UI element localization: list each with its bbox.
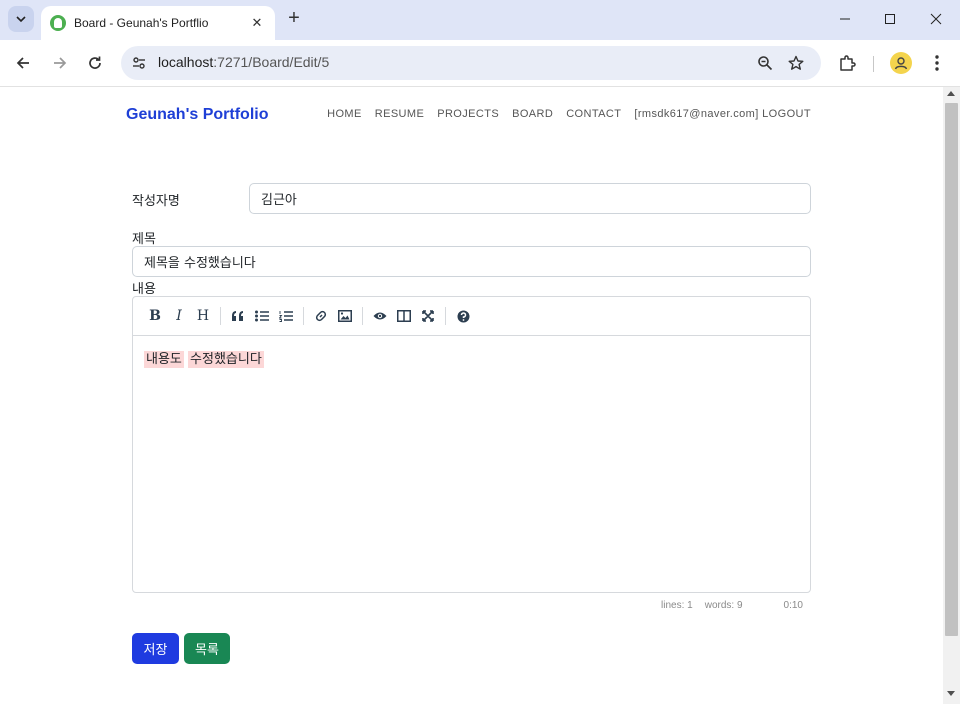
page-viewport: Geunah's Portfolio HOME RESUME PROJECTS … [0, 87, 943, 704]
profile-avatar-icon[interactable] [890, 52, 912, 74]
maximize-button[interactable] [879, 8, 901, 30]
save-button[interactable]: 저장 [132, 633, 179, 664]
extensions-puzzle-icon[interactable] [836, 52, 858, 74]
unordered-list-icon[interactable] [250, 304, 274, 328]
site-info-icon[interactable] [129, 53, 149, 73]
editor-toolbar: B I H [133, 297, 810, 336]
content-word: 수정했습니다 [188, 351, 264, 368]
chevron-down-icon [16, 16, 26, 23]
editor-content[interactable]: 내용도 수정했습니다 [133, 336, 810, 379]
bold-icon[interactable]: B [143, 304, 167, 328]
toolbar-divider [445, 307, 446, 325]
title-input[interactable]: 제목을 수정했습니다 [132, 246, 811, 277]
markdown-editor: B I H 내용도 수정했습니다 [132, 296, 811, 593]
page-scrollbar[interactable] [943, 87, 960, 704]
back-button[interactable] [12, 52, 34, 74]
tab-close-icon[interactable]: ✕ [249, 16, 265, 31]
close-icon [930, 13, 942, 25]
arrow-left-icon [16, 57, 29, 69]
url-text: localhost:7271/Board/Edit/5 [158, 54, 329, 70]
minimize-icon [840, 18, 850, 20]
heading-icon[interactable]: H [191, 304, 215, 328]
browser-tab[interactable]: Board - Geunah's Portflio ✕ [41, 6, 275, 40]
reload-icon [89, 56, 101, 69]
nav-home[interactable]: HOME [327, 108, 362, 120]
zoom-icon[interactable] [755, 53, 775, 73]
tab-strip: Board - Geunah's Portflio ✕ + [0, 0, 960, 40]
scroll-up-arrow-icon[interactable] [947, 91, 955, 96]
ordered-list-icon[interactable] [274, 304, 298, 328]
scrollbar-thumb[interactable] [945, 103, 958, 636]
author-input[interactable]: 김근아 [249, 183, 811, 214]
nav-resume[interactable]: RESUME [375, 108, 424, 120]
nav-board[interactable]: BOARD [512, 108, 553, 120]
forward-button[interactable] [49, 52, 71, 74]
browser-menu-icon[interactable] [927, 52, 947, 74]
tab-title: Board - Geunah's Portflio [74, 16, 209, 30]
address-bar[interactable]: localhost:7271/Board/Edit/5 [121, 46, 821, 80]
tab-search-button[interactable] [8, 6, 34, 32]
bookmark-star-icon[interactable] [786, 53, 806, 73]
nav-contact[interactable]: CONTACT [566, 108, 621, 120]
reload-button[interactable] [84, 52, 106, 74]
url-path: :7271/Board/Edit/5 [213, 54, 330, 70]
toolbar-divider [362, 307, 363, 325]
minimize-button[interactable] [834, 8, 856, 30]
fullscreen-icon[interactable] [416, 304, 440, 328]
link-icon[interactable] [309, 304, 333, 328]
nav-projects[interactable]: PROJECTS [437, 108, 499, 120]
list-button[interactable]: 목록 [184, 633, 230, 664]
editor-statusbar: lines: 1 words: 9 0:10 [661, 600, 803, 611]
italic-icon[interactable]: I [167, 304, 191, 328]
scroll-down-arrow-icon[interactable] [947, 691, 955, 696]
nav-logout[interactable]: [rmsdk617@naver.com] LOGOUT [634, 108, 811, 120]
image-icon[interactable] [333, 304, 357, 328]
content-word: 내용도 [144, 351, 184, 368]
arrow-right-icon [54, 57, 67, 69]
status-words: words: 9 [704, 600, 743, 611]
window-close-button[interactable] [925, 8, 947, 30]
content-label: 내용 [132, 282, 156, 297]
site-navigation: HOME RESUME PROJECTS BOARD CONTACT [rmsd… [327, 108, 811, 120]
preview-icon[interactable] [368, 304, 392, 328]
site-favicon-icon [50, 15, 66, 31]
title-label: 제목 [132, 232, 156, 247]
url-host: localhost [158, 54, 214, 70]
quote-icon[interactable] [226, 304, 250, 328]
toolbar-divider [220, 307, 221, 325]
browser-toolbar: localhost:7271/Board/Edit/5 [0, 40, 960, 87]
toolbar-separator [873, 56, 874, 72]
status-cursor: 0:10 [783, 600, 803, 611]
side-by-side-icon[interactable] [392, 304, 416, 328]
new-tab-button[interactable]: + [284, 8, 304, 29]
status-lines: lines: 1 [661, 600, 693, 611]
site-brand-link[interactable]: Geunah's Portfolio [126, 106, 268, 124]
author-label: 작성자명 [132, 194, 180, 209]
toolbar-divider [303, 307, 304, 325]
maximize-icon [885, 14, 895, 24]
guide-icon[interactable] [451, 304, 475, 328]
